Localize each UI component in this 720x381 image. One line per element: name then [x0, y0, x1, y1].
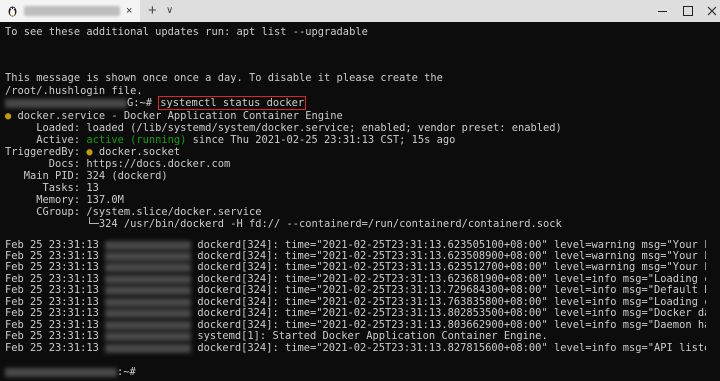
- redacted-host: [105, 262, 192, 272]
- tab-menu-chevron-down-icon[interactable]: ∨: [166, 0, 173, 22]
- log-timestamp: Feb 25 23:31:13: [5, 307, 99, 319]
- terminal-line: To see these additional updates run: apt…: [5, 26, 368, 38]
- redacted-host: [105, 251, 192, 261]
- minimize-button[interactable]: [648, 0, 676, 22]
- active-label: Active:: [5, 134, 87, 146]
- terminal-tab[interactable]: ×: [0, 0, 140, 22]
- docs-line: Docs: https://docs.docker.com: [5, 158, 231, 170]
- new-tab-button[interactable]: +: [148, 0, 157, 22]
- log-line: Feb 25 23:31:13 dockerd[324]: time="2021…: [5, 261, 720, 273]
- redacted-host: [105, 343, 192, 353]
- loaded-line: Loaded: loaded (/lib/systemd/system/dock…: [5, 122, 562, 134]
- triggered-by-socket: docker.socket: [98, 146, 181, 158]
- redacted-host: [105, 308, 192, 318]
- log-message: dockerd[324]: time="2021-02-25T23:31:13.…: [197, 261, 720, 273]
- maximize-icon: [683, 6, 693, 16]
- title-bar: × + ∨: [0, 0, 720, 22]
- service-header-line: ● docker.service - Docker Application Co…: [5, 110, 343, 122]
- log-line: Feb 25 23:31:13 dockerd[324]: time="2021…: [5, 342, 720, 354]
- memory-line: Memory: 137.0M: [5, 194, 124, 206]
- minimize-icon: [657, 10, 667, 12]
- scrollbar-area[interactable]: [706, 22, 720, 381]
- cgroup-process-line: └─324 /usr/bin/dockerd -H fd:// --contai…: [5, 218, 562, 230]
- main-pid-line: Main PID: 324 (dockerd): [5, 170, 168, 182]
- active-rest: since Thu 2021-02-25 23:31:13 CST; 15s a…: [186, 134, 456, 146]
- redacted-host: [105, 240, 192, 250]
- active-line: Active: active (running) since Thu 2021-…: [5, 134, 455, 146]
- linux-penguin-icon: [6, 5, 18, 17]
- redacted-host: [105, 285, 192, 295]
- tab-title-redacted: [24, 6, 120, 16]
- highlighted-command: systemctl status docker: [158, 96, 307, 110]
- final-prompt: :~#: [117, 366, 143, 378]
- service-header-text: docker.service - Docker Application Cont…: [11, 110, 343, 122]
- final-prompt-line: :~#: [5, 366, 142, 378]
- command-prompt-line: G:~# systemctl status docker: [5, 96, 307, 110]
- cgroup-line: CGroup: /system.slice/docker.service: [5, 206, 262, 218]
- log-message: dockerd[324]: time="2021-02-25T23:31:13.…: [197, 284, 720, 296]
- close-window-button[interactable]: [698, 0, 720, 22]
- redacted-hostname: [5, 98, 127, 108]
- redacted-hostname: [5, 367, 117, 377]
- redacted-host: [105, 331, 192, 341]
- triggered-by-label: TriggeredBy:: [5, 146, 87, 158]
- prompt-suffix: G:~#: [127, 97, 159, 109]
- triggered-by-line: TriggeredBy: ● docker.socket: [5, 146, 180, 158]
- log-message: dockerd[324]: time="2021-02-25T23:31:13.…: [197, 342, 720, 354]
- terminal-line: This message is shown once once a day. T…: [5, 72, 443, 84]
- log-timestamp: Feb 25 23:31:13: [5, 330, 99, 342]
- terminal-line: /root/.hushlogin file.: [5, 85, 143, 97]
- log-line: Feb 25 23:31:13 dockerd[324]: time="2021…: [5, 307, 720, 319]
- active-status: active (running): [86, 134, 187, 146]
- log-line: Feb 25 23:31:13 dockerd[324]: time="2021…: [5, 284, 720, 296]
- log-timestamp: Feb 25 23:31:13: [5, 261, 99, 273]
- close-tab-icon[interactable]: ×: [126, 0, 132, 22]
- redacted-host: [105, 297, 192, 307]
- log-timestamp: Feb 25 23:31:13: [5, 342, 99, 354]
- close-icon: [707, 6, 717, 16]
- log-message: systemd[1]: Started Docker Application C…: [197, 330, 548, 342]
- redacted-host: [105, 320, 192, 330]
- tasks-line: Tasks: 13: [5, 182, 99, 194]
- log-message: dockerd[324]: time="2021-02-25T23:31:13.…: [197, 307, 720, 319]
- terminal-output[interactable]: To see these additional updates run: apt…: [0, 22, 720, 381]
- log-line: Feb 25 23:31:13 systemd[1]: Started Dock…: [5, 330, 548, 342]
- log-timestamp: Feb 25 23:31:13: [5, 284, 99, 296]
- redacted-host: [105, 274, 192, 284]
